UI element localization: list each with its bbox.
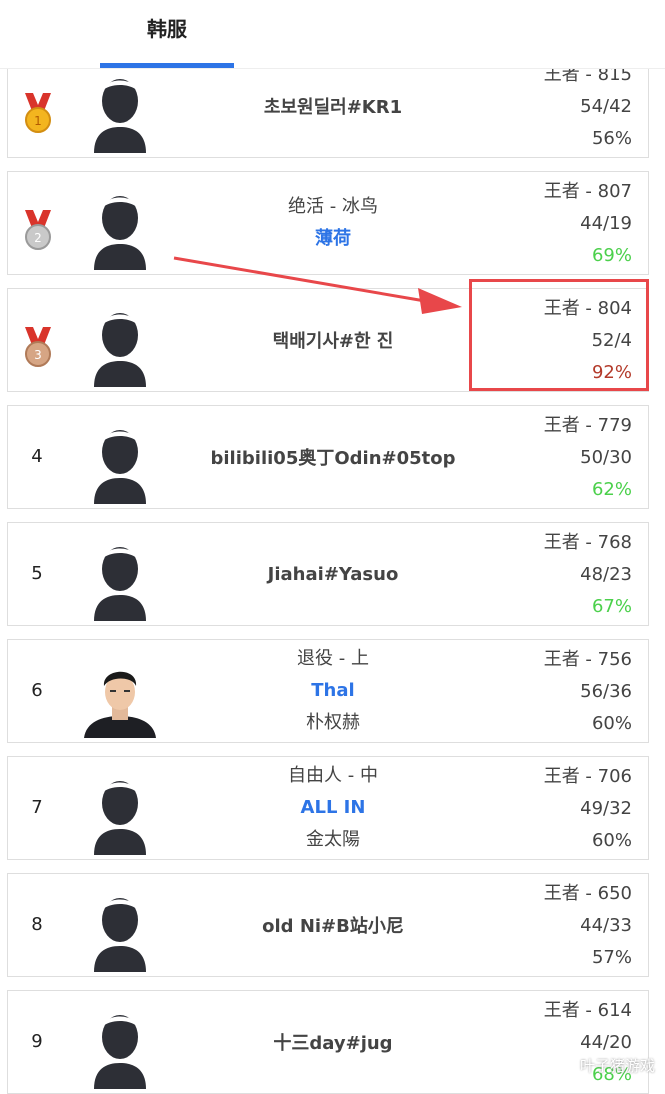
player-name[interactable]: 초보원딜러#KR1 [264, 93, 402, 119]
team-position: 退役 - 上 [297, 648, 369, 669]
default-avatar-icon [94, 898, 146, 972]
tab-bar: 韩服 [0, 0, 665, 69]
player-info: 十三day#jug [178, 991, 488, 1093]
default-avatar-icon [94, 547, 146, 621]
win-loss: 44/33 [580, 915, 632, 936]
win-loss: 48/23 [580, 564, 632, 585]
tier-score: 王者 - 807 [543, 181, 632, 202]
team-position: 自由人 - 中 [288, 765, 378, 786]
win-rate: 62% [591, 479, 632, 500]
rank-stats: 王者 - 614 44/20 68% [544, 995, 632, 1091]
default-avatar-icon [94, 79, 146, 153]
default-avatar-icon [94, 781, 146, 855]
svg-text:3: 3 [34, 348, 42, 362]
tier-score: 王者 - 756 [543, 649, 632, 670]
tab-korea-server[interactable]: 韩服 [100, 0, 234, 68]
svg-text:2: 2 [34, 231, 42, 245]
ranking-row[interactable]: 9 十三day#jug 王者 - 614 44/20 68% [7, 990, 649, 1094]
tier-score: 王者 - 650 [543, 883, 632, 904]
rank-stats: 王者 - 807 44/19 69% [544, 176, 632, 272]
win-rate: 69% [591, 245, 632, 266]
rank-number: 8 [31, 914, 43, 935]
ranking-row[interactable]: 1 초보원딜러#KR1 王者 - 815 54/42 56% [7, 54, 649, 158]
rank-stats: 王者 - 768 48/23 67% [544, 527, 632, 623]
watermark: 叶子猪游戏 [579, 1057, 655, 1075]
tier-score: 王者 - 768 [543, 532, 632, 553]
win-loss: 50/30 [580, 447, 632, 468]
real-name: 朴权赫 [306, 712, 360, 733]
win-loss: 54/42 [580, 96, 632, 117]
player-info: 自由人 - 中 ALL IN 金太陽 [178, 757, 488, 859]
default-avatar-icon [94, 196, 146, 270]
tab-label: 韩服 [147, 17, 187, 41]
player-name[interactable]: bilibili05奥丁Odin#05top [211, 444, 456, 470]
player-info: 退役 - 上 Thal 朴权赫 [178, 640, 488, 742]
player-info: 绝活 - 冰鸟 薄荷 [178, 172, 488, 274]
player-info: Jiahai#Yasuo [178, 523, 488, 625]
win-loss: 44/19 [580, 213, 632, 234]
active-tab-indicator [100, 63, 234, 68]
ranking-row[interactable]: 6 退役 - 上 Thal 朴权赫 王者 - 756 56/36 60% [7, 639, 649, 743]
win-rate: 67% [591, 596, 632, 617]
rank-number: 4 [31, 446, 43, 467]
team-position: 绝活 - 冰鸟 [288, 196, 378, 217]
svg-text:1: 1 [34, 114, 42, 128]
ranking-row[interactable]: 5 Jiahai#Yasuo 王者 - 768 48/23 67% [7, 522, 649, 626]
rank-number: 7 [31, 797, 43, 818]
player-name[interactable]: old Ni#B站小尼 [262, 912, 404, 938]
default-avatar-icon [94, 430, 146, 504]
pro-player-link[interactable]: 薄荷 [315, 223, 351, 255]
player-info: 초보원딜러#KR1 [178, 55, 488, 157]
ranking-row[interactable]: 4 bilibili05奥丁Odin#05top 王者 - 779 50/30 … [7, 405, 649, 509]
win-rate: 60% [591, 713, 632, 734]
rank-stats: 王者 - 779 50/30 62% [544, 410, 632, 506]
rank-stats: 王者 - 756 56/36 60% [544, 644, 632, 740]
player-name[interactable]: Jiahai#Yasuo [268, 564, 399, 585]
rank-stats: 王者 - 706 49/32 60% [544, 761, 632, 857]
ranking-row[interactable]: 8 old Ni#B站小尼 王者 - 650 44/33 57% [7, 873, 649, 977]
highlight-box [469, 279, 649, 391]
win-rate: 57% [591, 947, 632, 968]
rank-number: 6 [31, 680, 43, 701]
default-avatar-icon [94, 313, 146, 387]
player-name[interactable]: 十三day#jug [273, 1029, 392, 1055]
silver-medal-icon: 2 [25, 210, 51, 250]
rank-number: 9 [31, 1031, 43, 1052]
tier-score: 王者 - 706 [543, 766, 632, 787]
player-photo [84, 671, 156, 738]
player-info: old Ni#B站小尼 [178, 874, 488, 976]
ranking-row[interactable]: 7 自由人 - 中 ALL IN 金太陽 王者 - 706 49/32 60% [7, 756, 649, 860]
bronze-medal-icon: 3 [25, 327, 51, 367]
rank-stats: 王者 - 650 44/33 57% [544, 878, 632, 974]
rank-stats: 王者 - 815 54/42 56% [544, 59, 632, 155]
player-info: bilibili05奥丁Odin#05top [178, 406, 488, 508]
real-name: 金太陽 [306, 829, 360, 850]
win-loss: 49/32 [580, 798, 632, 819]
win-loss: 56/36 [580, 681, 632, 702]
pro-player-link[interactable]: ALL IN [301, 792, 366, 824]
pro-player-link[interactable]: Thal [311, 675, 354, 707]
rank-number: 5 [31, 563, 43, 584]
player-name[interactable]: 택배기사#한 진 [273, 327, 394, 353]
ranking-row[interactable]: 2 绝活 - 冰鸟 薄荷 王者 - 807 44/19 69% [7, 171, 649, 275]
player-info: 택배기사#한 진 [178, 289, 488, 391]
win-rate: 60% [591, 830, 632, 851]
tier-score: 王者 - 779 [543, 415, 632, 436]
default-avatar-icon [94, 1015, 146, 1089]
ranking-list: 1 초보원딜러#KR1 王者 - 815 54/42 56% 2 绝活 - 冰鸟… [0, 0, 665, 1094]
win-rate: 56% [591, 128, 632, 149]
tier-score: 王者 - 614 [543, 1000, 632, 1021]
gold-medal-icon: 1 [25, 93, 51, 133]
